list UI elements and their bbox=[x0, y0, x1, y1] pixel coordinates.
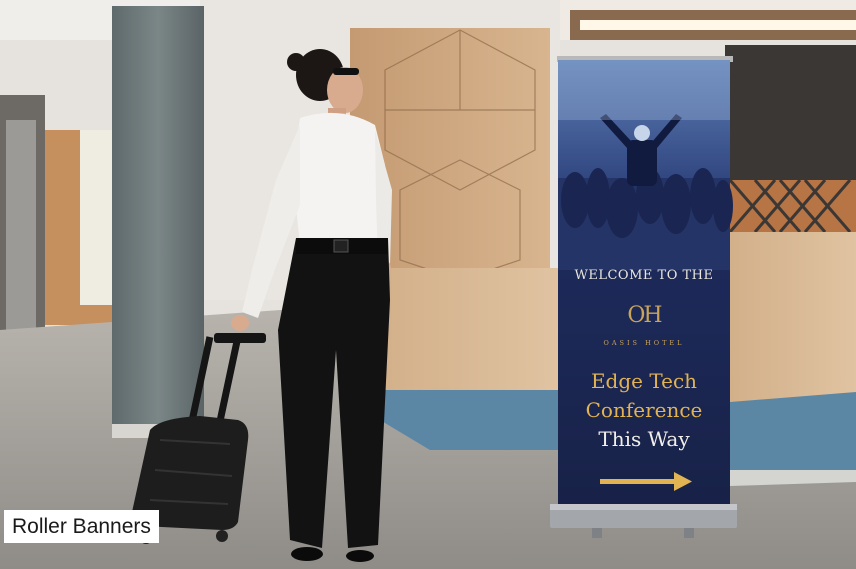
background-photo bbox=[0, 0, 856, 569]
caption-label: Roller Banners bbox=[4, 510, 159, 543]
banner-headline-line-1: Edge Tech bbox=[590, 369, 698, 393]
banner-hotel-name: OASIS HOTEL bbox=[603, 339, 685, 347]
banner-welcome-text: WELCOME TO THE bbox=[574, 268, 714, 283]
banner-logo: OH bbox=[627, 303, 662, 328]
banner-headline-line-2: Conference bbox=[585, 398, 703, 422]
banner-headline-line-3: This Way bbox=[598, 427, 690, 451]
photo-scene: WELCOME TO THE OH OASIS HOTEL Edge Tech … bbox=[0, 0, 856, 569]
roller-banner bbox=[550, 56, 737, 538]
